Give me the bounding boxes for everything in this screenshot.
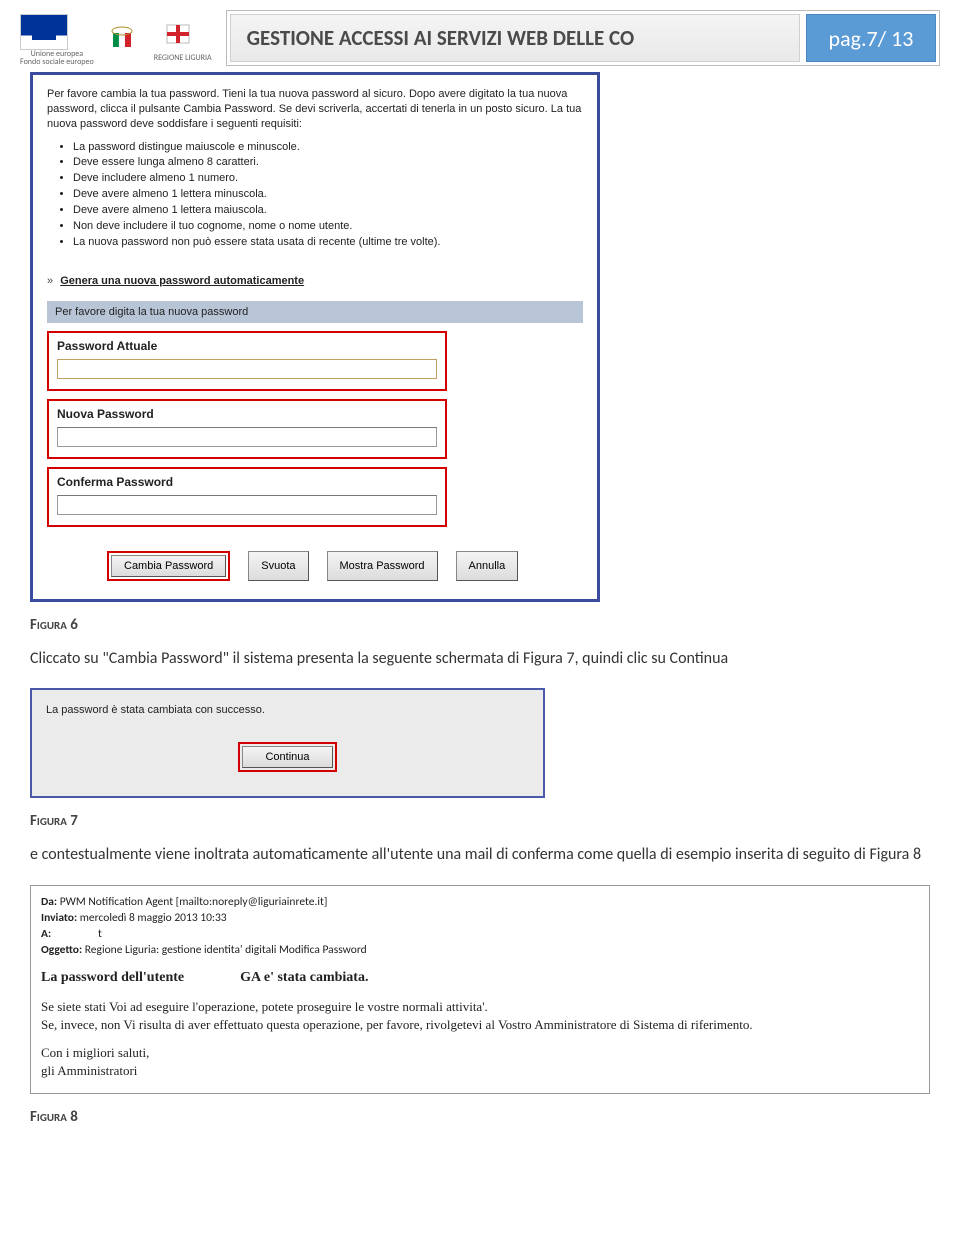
clear-button[interactable]: Svuota — [248, 551, 308, 581]
document-title: GESTIONE ACCESSI AI SERVIZI WEB DELLE CO — [230, 14, 800, 62]
requirement-item: Deve avere almeno 1 lettera maiuscola. — [73, 203, 583, 219]
button-row: Cambia Password Svuota Mostra Password A… — [47, 551, 583, 581]
email-para-2: Se, invece, non Vi risulta di aver effet… — [41, 1016, 919, 1034]
requirement-item: Deve avere almeno 1 lettera minuscola. — [73, 187, 583, 203]
current-password-input[interactable] — [57, 359, 437, 379]
logo-row: Unione europeaFondo sociale europeo REGI… — [20, 10, 212, 66]
new-password-label: Nuova Password — [57, 407, 437, 421]
requirement-item: Non deve includere il tuo cognome, nome … — [73, 219, 583, 235]
body-text-2: e contestualmente viene inoltrata automa… — [30, 844, 930, 866]
figure-6-panel: Per favore cambia la tua password. Tieni… — [30, 72, 600, 602]
figure-8-email: Da: PWM Notification Agent [mailto:norep… — [30, 885, 930, 1094]
email-from: Da: PWM Notification Agent [mailto:norep… — [41, 894, 919, 910]
email-subject: Oggetto: Regione Liguria: gestione ident… — [41, 942, 919, 958]
logo-italy — [100, 22, 148, 58]
page-number: pag.7/ 13 — [806, 14, 936, 62]
change-password-button[interactable]: Cambia Password — [111, 555, 226, 577]
figure-7-caption: Figura 7 — [30, 812, 930, 830]
cancel-button[interactable]: Annulla — [456, 551, 519, 581]
success-message: La password è stata cambiata con success… — [46, 704, 529, 716]
logo-liguria: REGIONE LIGURIA — [154, 18, 212, 62]
requirements-list: La password distingue maiuscole e minusc… — [73, 140, 583, 252]
body-text-1: Cliccato su "Cambia Password" il sistema… — [30, 648, 930, 670]
requirement-item: La nuova password non può essere stata u… — [73, 235, 583, 251]
figure-7-panel: La password è stata cambiata con success… — [30, 688, 545, 798]
email-sent: Inviato: mercoledì 8 maggio 2013 10:33 — [41, 910, 919, 926]
email-para-1: Se siete stati Voi ad eseguire l'operazi… — [41, 998, 919, 1016]
generate-password-label: Genera una nuova password automaticament… — [60, 275, 304, 287]
show-password-button[interactable]: Mostra Password — [327, 551, 438, 581]
change-password-highlight: Cambia Password — [107, 551, 230, 581]
current-password-group: Password Attuale — [47, 331, 447, 391]
email-sign-2: gli Amministratori — [41, 1062, 919, 1080]
requirement-item: Deve includere almeno 1 numero. — [73, 171, 583, 187]
email-changed-line: La password dell'utente GA e' stata camb… — [41, 968, 919, 988]
arrow-icon: » — [47, 275, 53, 287]
figure-6-caption: Figura 6 — [30, 616, 930, 634]
email-to: A: t — [41, 926, 919, 942]
continue-button[interactable]: Continua — [242, 746, 332, 768]
generate-password-link[interactable]: » Genera una nuova password automaticame… — [47, 275, 583, 287]
requirement-item: La password distingue maiuscole e minusc… — [73, 140, 583, 156]
title-bar: GESTIONE ACCESSI AI SERVIZI WEB DELLE CO… — [226, 10, 940, 66]
intro-text: Per favore cambia la tua password. Tieni… — [47, 87, 583, 132]
new-password-group: Nuova Password — [47, 399, 447, 459]
page-header: Unione europeaFondo sociale europeo REGI… — [0, 0, 960, 66]
current-password-label: Password Attuale — [57, 339, 437, 353]
logo-eu: Unione europeaFondo sociale europeo — [20, 14, 94, 66]
confirm-password-group: Conferma Password — [47, 467, 447, 527]
confirm-password-input[interactable] — [57, 495, 437, 515]
figure-8-caption: Figura 8 — [30, 1108, 930, 1126]
continue-highlight: Continua — [238, 742, 336, 772]
email-sign-1: Con i migliori saluti, — [41, 1044, 919, 1062]
prompt-bar: Per favore digita la tua nuova password — [47, 301, 583, 323]
requirement-item: Deve essere lunga almeno 8 caratteri. — [73, 155, 583, 171]
confirm-password-label: Conferma Password — [57, 475, 437, 489]
new-password-input[interactable] — [57, 427, 437, 447]
